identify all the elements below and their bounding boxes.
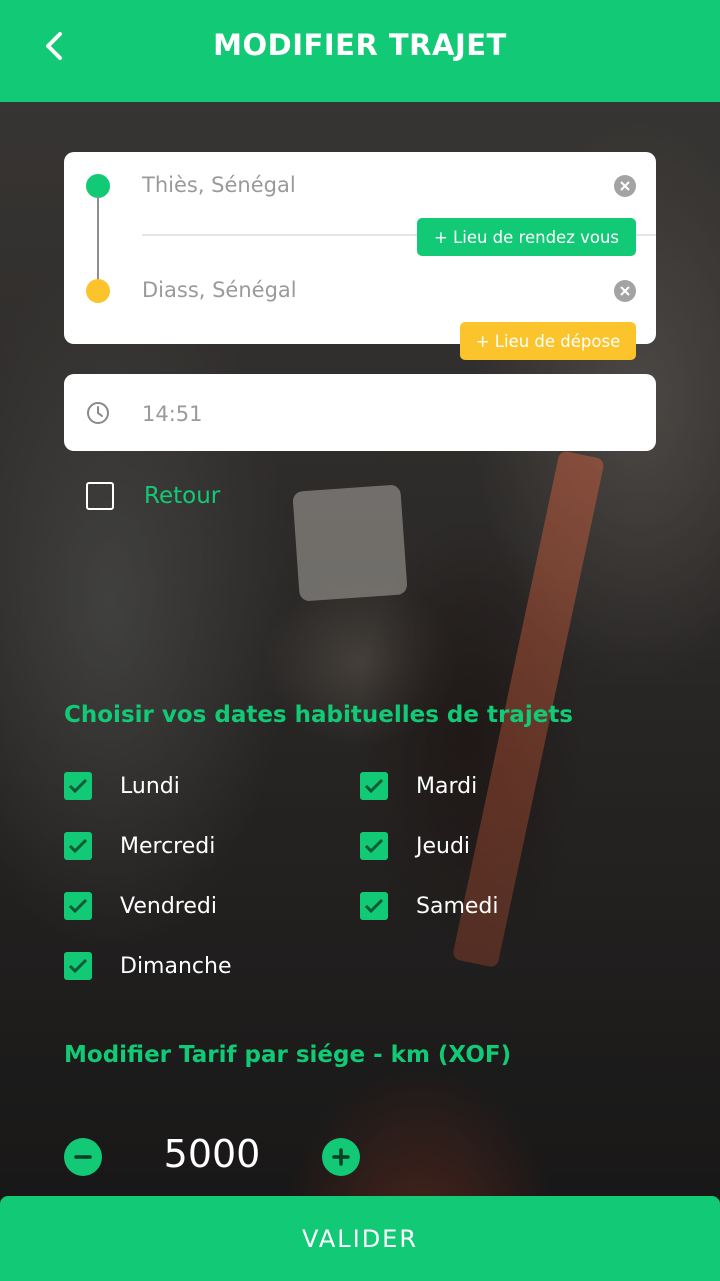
- return-trip-checkbox[interactable]: Retour: [86, 482, 220, 510]
- day-label: Dimanche: [120, 953, 232, 979]
- close-icon: [620, 181, 630, 191]
- page-title: MODIFIER TRAJET: [213, 28, 507, 62]
- plus-icon: [332, 1148, 350, 1166]
- increase-price-button[interactable]: [322, 1138, 360, 1176]
- checkbox-checked-icon: [64, 892, 92, 920]
- day-label: Samedi: [416, 893, 499, 919]
- day-checkbox-samedi[interactable]: Samedi: [360, 892, 499, 920]
- background-photo-detail: [292, 484, 408, 602]
- day-checkbox-jeudi[interactable]: Jeudi: [360, 832, 470, 860]
- day-label: Vendredi: [120, 893, 217, 919]
- price-value: 5000: [163, 1132, 261, 1176]
- clear-end-button[interactable]: [614, 280, 636, 302]
- day-checkbox-dimanche[interactable]: Dimanche: [64, 952, 231, 980]
- clear-start-button[interactable]: [614, 175, 636, 197]
- day-checkbox-lundi[interactable]: Lundi: [64, 772, 180, 800]
- days-section-title: Choisir vos dates habituelles de trajets: [64, 702, 573, 728]
- close-icon: [620, 286, 630, 296]
- day-checkbox-vendredi[interactable]: Vendredi: [64, 892, 217, 920]
- checkbox-checked-icon: [360, 832, 388, 860]
- route-card: Thiès, Sénégal + Lieu de rendez vous Dia…: [64, 152, 656, 360]
- end-location-input[interactable]: Diass, Sénégal: [142, 278, 297, 302]
- day-label: Mardi: [416, 773, 478, 799]
- checkbox-checked-icon: [64, 952, 92, 980]
- day-checkbox-mardi[interactable]: Mardi: [360, 772, 477, 800]
- checkbox-checked-icon: [64, 832, 92, 860]
- checkbox-unchecked-icon: [86, 482, 114, 510]
- checkbox-checked-icon: [64, 772, 92, 800]
- end-dot-icon: [86, 279, 110, 303]
- add-meeting-point-button[interactable]: + Lieu de rendez vous: [417, 218, 636, 256]
- decrease-price-button[interactable]: [64, 1138, 102, 1176]
- start-dot-icon: [86, 174, 110, 198]
- minus-icon: [74, 1155, 92, 1159]
- time-picker[interactable]: 14:51: [64, 374, 656, 451]
- submit-button[interactable]: VALIDER: [0, 1196, 720, 1281]
- time-value: 14:51: [142, 402, 203, 426]
- add-dropoff-button[interactable]: + Lieu de dépose: [460, 322, 636, 360]
- route-connector: [97, 196, 99, 280]
- app-header: MODIFIER TRAJET: [0, 0, 720, 102]
- day-label: Jeudi: [416, 833, 471, 859]
- return-trip-label: Retour: [144, 483, 221, 509]
- clock-icon: [87, 402, 109, 424]
- day-checkbox-mercredi[interactable]: Mercredi: [64, 832, 215, 860]
- start-location-input[interactable]: Thiès, Sénégal: [142, 173, 296, 197]
- checkbox-checked-icon: [360, 892, 388, 920]
- day-label: Mercredi: [120, 833, 216, 859]
- day-label: Lundi: [120, 773, 180, 799]
- checkbox-checked-icon: [360, 772, 388, 800]
- price-section-title: Modifier Tarif par siége - km (XOF): [64, 1042, 512, 1068]
